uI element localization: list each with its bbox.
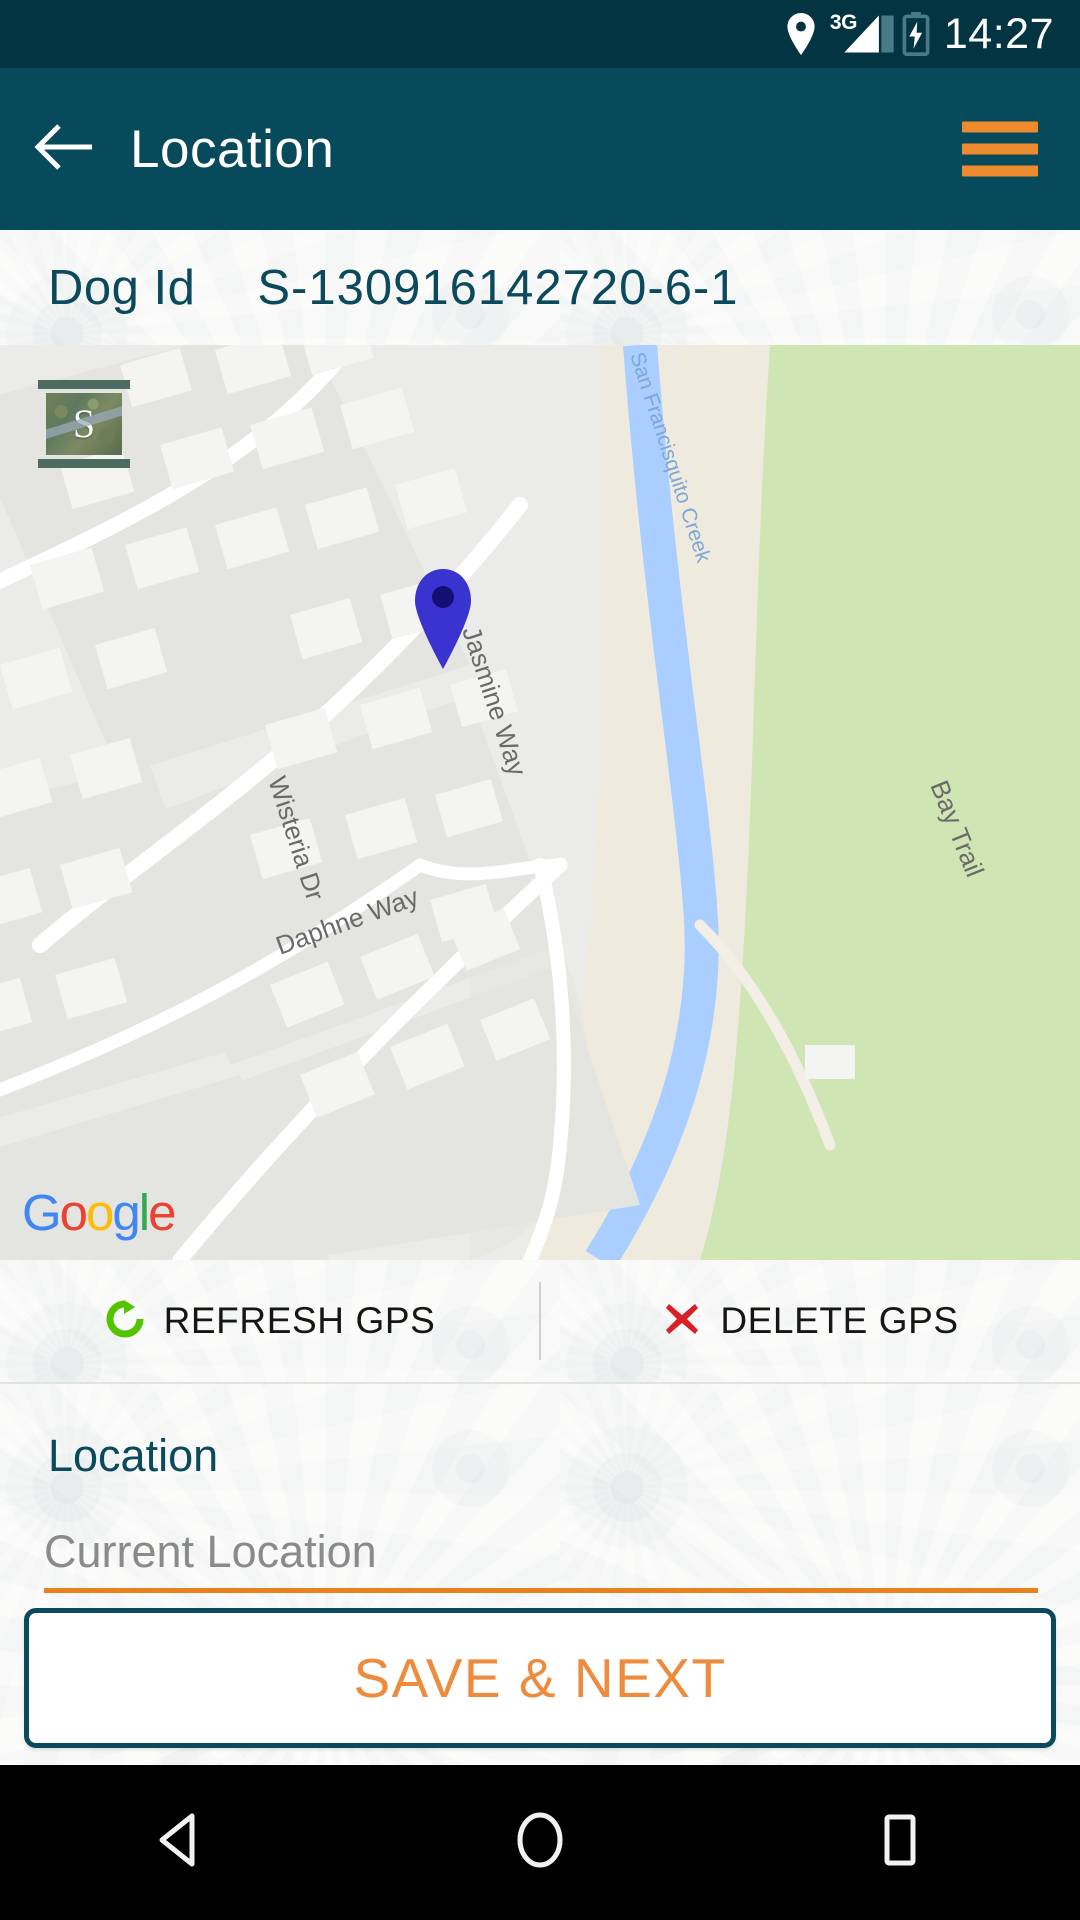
clock-time: 14:27 xyxy=(943,9,1054,58)
google-logo: Google xyxy=(22,1183,177,1242)
delete-gps-label: DELETE GPS xyxy=(720,1300,959,1341)
google-logo-letter-3: o xyxy=(86,1184,114,1241)
delete-gps-button[interactable]: DELETE GPS xyxy=(541,1260,1080,1382)
google-logo-letter-6: e xyxy=(148,1184,176,1241)
nav-home-button[interactable] xyxy=(455,1765,625,1920)
google-logo-letter-5: l xyxy=(138,1184,150,1241)
status-bar: 3G 14:27 xyxy=(0,0,1080,68)
menu-bar-3 xyxy=(962,165,1038,177)
menu-bar-1 xyxy=(962,121,1038,133)
google-map[interactable]: .bldg{ fill:#f4f4f2; } .block{ fill:#e4e… xyxy=(0,345,1080,1260)
refresh-gps-label: REFRESH GPS xyxy=(163,1300,436,1341)
menu-bar-2 xyxy=(962,143,1038,155)
page-title: Location xyxy=(130,119,335,179)
back-triangle-icon xyxy=(154,1812,206,1873)
close-x-icon xyxy=(662,1299,702,1344)
location-section-title: Location xyxy=(48,1430,219,1481)
location-input-wrapper xyxy=(44,1526,1038,1593)
dog-id-label: Dog Id xyxy=(48,260,196,315)
3g-signal-icon: 3G xyxy=(830,11,894,55)
location-marker-pin[interactable] xyxy=(407,567,479,671)
satellite-thumbnail: S xyxy=(46,393,122,455)
battery-charging-icon xyxy=(902,12,930,56)
android-navigation-bar xyxy=(0,1765,1080,1920)
map-canvas: .bldg{ fill:#f4f4f2; } .block{ fill:#e4e… xyxy=(0,345,1080,1260)
toggle-bottom-bar xyxy=(38,459,130,468)
refresh-icon xyxy=(104,1298,146,1345)
location-pin-icon xyxy=(786,13,816,55)
save-and-next-label: SAVE & NEXT xyxy=(353,1647,727,1709)
phone-screen: 3G 14:27 Location Dog Id S-130916142720-… xyxy=(0,0,1080,1920)
home-circle-icon xyxy=(512,1810,568,1875)
google-logo-letter-4: g xyxy=(112,1184,140,1241)
nav-recents-button[interactable] xyxy=(815,1765,985,1920)
satellite-layer-toggle[interactable]: S xyxy=(38,380,130,468)
app-bar: Location xyxy=(0,68,1080,230)
hamburger-menu-icon[interactable] xyxy=(962,121,1038,177)
location-input-underline xyxy=(44,1588,1038,1593)
dog-id-value: S-130916142720-6-1 xyxy=(257,260,739,315)
toggle-top-bar xyxy=(38,380,130,389)
gps-actions-row: REFRESH GPS DELETE GPS xyxy=(0,1260,1080,1382)
arrow-left-icon xyxy=(34,122,96,177)
back-button[interactable] xyxy=(0,122,130,177)
nav-back-button[interactable] xyxy=(95,1765,265,1920)
refresh-gps-button[interactable]: REFRESH GPS xyxy=(0,1260,539,1382)
save-and-next-button[interactable]: SAVE & NEXT xyxy=(24,1608,1056,1748)
location-input[interactable] xyxy=(44,1526,1038,1588)
recents-square-icon xyxy=(874,1812,926,1873)
google-logo-letter-2: o xyxy=(59,1184,88,1241)
google-logo-letter-1: G xyxy=(22,1184,62,1241)
dog-id-row: Dog Id S-130916142720-6-1 xyxy=(0,230,1080,345)
satellite-toggle-label: S xyxy=(72,401,96,446)
